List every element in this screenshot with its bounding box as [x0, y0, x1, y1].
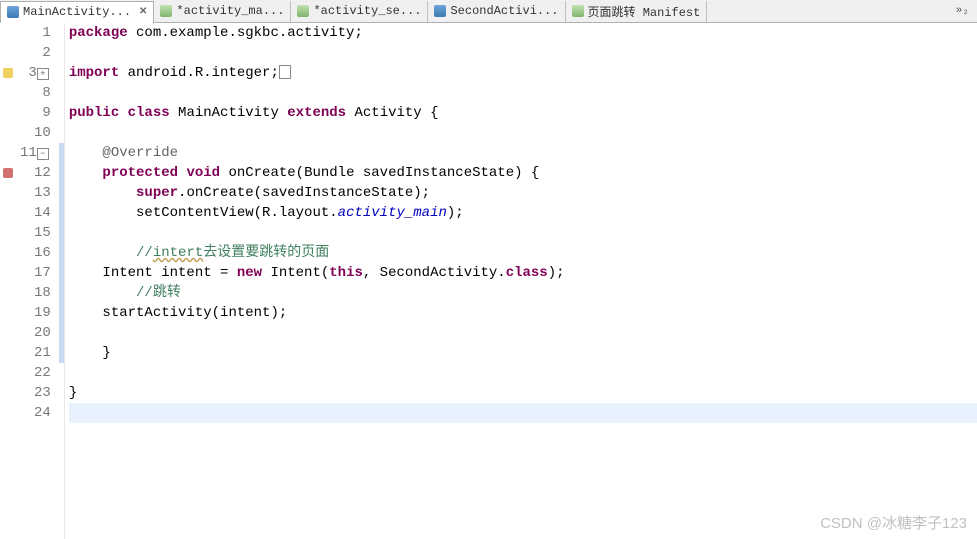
code-line [69, 43, 977, 63]
folded-marker-icon [279, 65, 291, 79]
fold-icon[interactable]: + [37, 68, 49, 80]
gutter: 12 3+ 8910 11− 1213141516171819202122232… [0, 23, 65, 539]
code-editor[interactable]: 12 3+ 8910 11− 1213141516171819202122232… [0, 23, 977, 539]
tab-activity-second-xml[interactable]: *activity_se... [291, 1, 428, 22]
tabs-overflow[interactable]: »₂ [948, 5, 977, 17]
code-line [69, 83, 977, 103]
code-line: package com.example.sgkbc.activity; [69, 23, 977, 43]
code-line: //intert去设置要跳转的页面 [69, 243, 977, 263]
code-area[interactable]: package com.example.sgkbc.activity; impo… [65, 23, 977, 539]
xml-file-icon [297, 5, 309, 17]
code-line [69, 223, 977, 243]
code-line-cursor [69, 403, 977, 423]
code-line: @Override [69, 143, 977, 163]
code-line: protected void onCreate(Bundle savedInst… [69, 163, 977, 183]
code-line: Intent intent = new Intent(this, SecondA… [69, 263, 977, 283]
tab-activity-main-xml[interactable]: *activity_ma... [154, 1, 291, 22]
tab-label: 页面跳转 Manifest [588, 3, 701, 20]
line-numbers: 12 3+ 8910 11− 1213141516171819202122232… [16, 23, 59, 539]
code-line: } [69, 383, 977, 403]
tab-label: *activity_ma... [176, 4, 284, 18]
code-line [69, 323, 977, 343]
code-line: setContentView(R.layout.activity_main); [69, 203, 977, 223]
tab-bar: MainActivity... ✕ *activity_ma... *activ… [0, 0, 977, 23]
java-file-icon [7, 6, 19, 18]
code-line: super.onCreate(savedInstanceState); [69, 183, 977, 203]
xml-file-icon [160, 5, 172, 17]
code-line [69, 123, 977, 143]
code-line: startActivity(intent); [69, 303, 977, 323]
fold-icon[interactable]: − [37, 148, 49, 160]
tab-manifest[interactable]: 页面跳转 Manifest [566, 1, 708, 22]
tab-second-activity[interactable]: SecondActivi... [428, 1, 565, 22]
tab-label: MainActivity... [23, 5, 131, 19]
code-line: public class MainActivity extends Activi… [69, 103, 977, 123]
tab-label: SecondActivi... [450, 4, 558, 18]
code-line: } [69, 343, 977, 363]
error-marker-icon [3, 168, 13, 178]
code-line [69, 363, 977, 383]
close-icon[interactable]: ✕ [139, 6, 147, 18]
tab-main-activity[interactable]: MainActivity... ✕ [0, 1, 154, 24]
code-line: import android.R.integer; [69, 63, 977, 83]
warning-marker-icon [3, 68, 13, 78]
marker-column [0, 23, 16, 539]
tab-label: *activity_se... [313, 4, 421, 18]
java-file-icon [434, 5, 446, 17]
xml-file-icon [572, 5, 584, 17]
change-markers [59, 23, 64, 539]
code-line: //跳转 [69, 283, 977, 303]
